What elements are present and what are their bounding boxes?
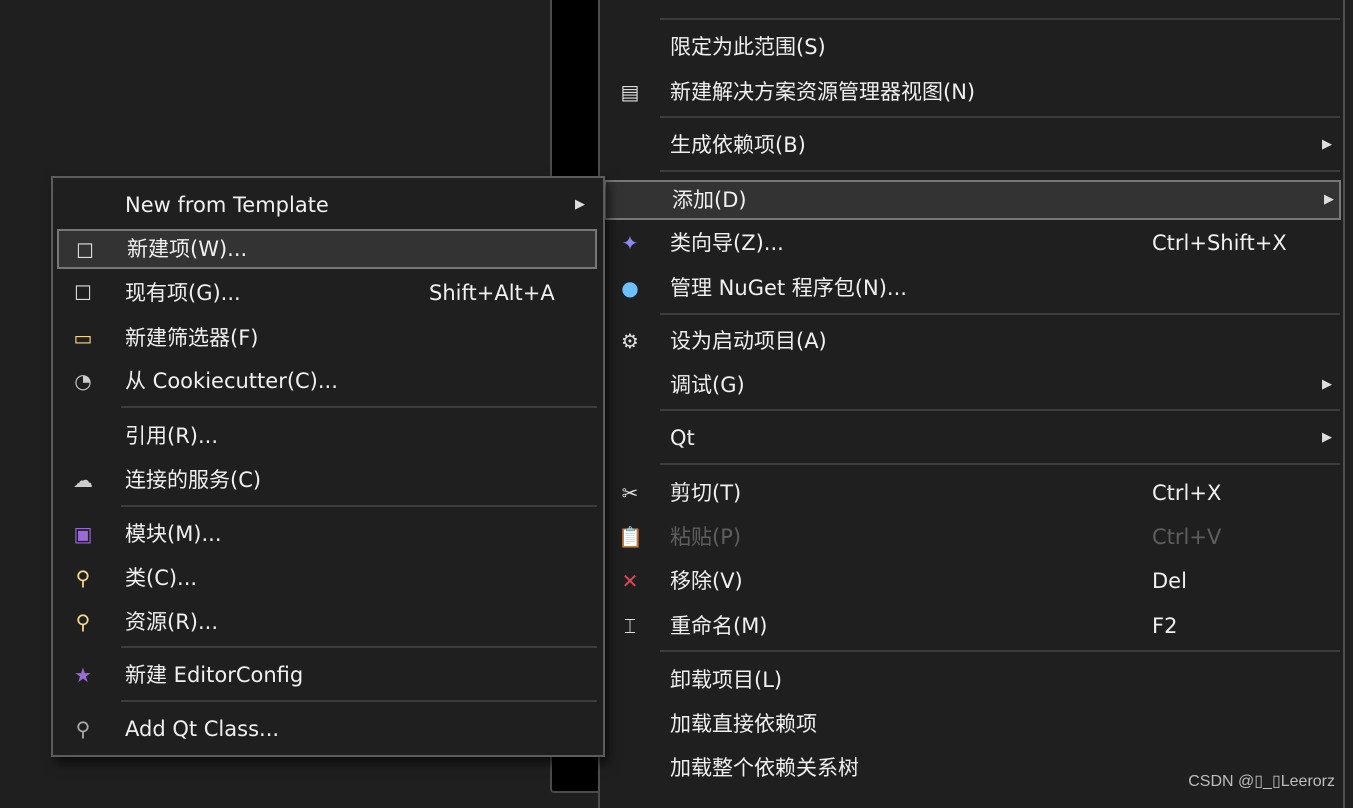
- shortcut-label: F2: [1152, 614, 1178, 638]
- menu-item-label: 资源(R)...: [125, 610, 219, 634]
- menu-item-label: 连接的服务(C): [125, 468, 262, 492]
- shortcut-label: Ctrl+Shift+X: [1152, 231, 1287, 255]
- new-view-icon: ▤: [620, 80, 640, 104]
- menu-item-label: 新建 EditorConfig: [125, 663, 304, 687]
- menu-separator: [121, 700, 597, 702]
- chevron-right-icon: ▶: [575, 197, 585, 212]
- gear-icon: ⚙: [621, 329, 639, 353]
- connected-service-icon: ☁: [73, 468, 93, 492]
- menu-item[interactable]: ⌶ 重命名(M) F2: [604, 606, 1341, 646]
- chevron-right-icon: ▶: [1322, 430, 1332, 445]
- chevron-right-icon: ▶: [1322, 137, 1332, 152]
- menu-item[interactable]: ⚲ 资源(R)...: [57, 602, 597, 642]
- editorconfig-icon: ★: [74, 663, 92, 687]
- menu-item[interactable]: ▤ 新建解决方案资源管理器视图(N): [604, 72, 1341, 112]
- menu-item-label: 现有项(G)...: [125, 281, 241, 305]
- menu-item[interactable]: ◔ 从 Cookiecutter(C)...: [57, 361, 597, 401]
- add-submenu: New from Template ▶ ☐ 新建项(W)... ☐ 现有项(G)... Sh…: [51, 176, 605, 757]
- menu-item[interactable]: ☐ 现有项(G)... Shift+Alt+A: [57, 273, 597, 313]
- shortcut-label: Ctrl+X: [1152, 481, 1222, 505]
- menu-separator: [660, 170, 1340, 172]
- add-class-icon: ⚲: [75, 566, 91, 590]
- menu-separator: [121, 406, 597, 408]
- menu-separator: [660, 650, 1340, 652]
- menu-item[interactable]: 引用(R)...: [57, 416, 597, 456]
- menu-item-label: 调试(G): [670, 373, 745, 397]
- menu-item[interactable]: ▣ 模块(M)...: [57, 514, 597, 554]
- watermark: CSDN @▯_▯Leerorz: [1188, 773, 1335, 790]
- menu-item-label: 移除(V): [670, 569, 743, 593]
- nuget-icon: ●: [621, 276, 639, 300]
- new-filter-icon: ▭: [73, 326, 93, 350]
- menu-separator: [660, 409, 1340, 411]
- menu-item-label: 粘贴(P): [670, 525, 742, 549]
- menu-item[interactable]: 限定为此范围(S): [604, 27, 1341, 67]
- menu-item-label: 重命名(M): [670, 614, 768, 638]
- new-item-icon: ☐: [76, 239, 94, 263]
- menu-item[interactable]: 📋 粘贴(P) Ctrl+V: [604, 517, 1341, 557]
- menu-item-label: 引用(R)...: [125, 424, 219, 448]
- menu-item[interactable]: ✂ 剪切(T) Ctrl+X: [604, 473, 1341, 513]
- menu-separator: [121, 646, 597, 648]
- menu-item-label: Qt: [670, 426, 695, 450]
- menu-item[interactable]: ★ 新建 EditorConfig: [57, 655, 597, 695]
- menu-item[interactable]: ⚙ 设为启动项目(A): [604, 321, 1341, 361]
- chevron-right-icon: ▶: [1322, 377, 1332, 392]
- menu-item[interactable]: ✕ 移除(V) Del: [604, 561, 1341, 601]
- module-icon: ▣: [73, 522, 93, 546]
- menu-item[interactable]: 生成依赖项(B) ▶: [604, 125, 1341, 165]
- menu-item-label: 新建项(W)...: [127, 237, 248, 261]
- menu-item-label: 剪切(T): [670, 481, 742, 505]
- menu-item[interactable]: 加载直接依赖项: [604, 704, 1341, 744]
- menu-item-label: Add Qt Class...: [125, 717, 280, 741]
- menu-item[interactable]: ✦ 类向导(Z)... Ctrl+Shift+X: [604, 223, 1341, 263]
- menu-item-label: 设为启动项目(A): [670, 329, 827, 353]
- menu-item[interactable]: ☁ 连接的服务(C): [57, 460, 597, 500]
- menu-item[interactable]: ⚲ 类(C)...: [57, 558, 597, 598]
- scissors-icon: ✂: [621, 481, 639, 505]
- chevron-right-icon: ▶: [1324, 192, 1334, 207]
- menu-separator: [121, 505, 597, 507]
- menu-item-label: 类向导(Z)...: [670, 231, 784, 255]
- menu-item[interactable]: 调试(G) ▶: [604, 365, 1341, 405]
- existing-item-icon: ☐: [74, 281, 92, 305]
- rename-icon: ⌶: [624, 614, 636, 638]
- shortcut-label: Del: [1152, 569, 1187, 593]
- menu-item-label: 生成依赖项(B): [670, 133, 806, 157]
- menu-item-label: 类(C)...: [125, 566, 198, 590]
- menu-separator: [660, 18, 1340, 20]
- shortcut-label: Shift+Alt+A: [429, 281, 555, 305]
- menu-item-label: 加载直接依赖项: [670, 712, 817, 736]
- add-resource-icon: ⚲: [75, 610, 91, 634]
- menu-item[interactable]: 添加(D) ▶: [604, 180, 1341, 220]
- menu-item[interactable]: Qt ▶: [604, 418, 1341, 458]
- menu-item-label: 限定为此范围(S): [670, 35, 826, 59]
- menu-item-label: 管理 NuGet 程序包(N)...: [670, 276, 907, 300]
- qt-class-icon: ⚲: [75, 717, 91, 741]
- cookiecutter-icon: ◔: [74, 369, 92, 393]
- menu-separator: [660, 463, 1340, 465]
- menu-item-label: 添加(D): [672, 188, 747, 212]
- menu-item-label: 卸载项目(L): [670, 668, 783, 692]
- paste-icon: 📋: [618, 525, 643, 549]
- menu-item[interactable]: ▭ 新建筛选器(F): [57, 318, 597, 358]
- remove-x-icon: ✕: [621, 569, 639, 593]
- menu-item-label: 模块(M)...: [125, 522, 222, 546]
- menu-item-label: New from Template: [125, 193, 329, 217]
- shortcut-label: Ctrl+V: [1152, 525, 1222, 549]
- menu-separator: [660, 116, 1340, 118]
- menu-item[interactable]: ⚲ Add Qt Class...: [57, 709, 597, 749]
- menu-item-label: 从 Cookiecutter(C)...: [125, 369, 338, 393]
- menu-item[interactable]: ☐ 新建项(W)...: [57, 229, 597, 269]
- menu-item[interactable]: 卸载项目(L): [604, 660, 1341, 700]
- menu-item-label: 加载整个依赖关系树: [670, 756, 859, 780]
- context-menu: 限定为此范围(S) ▤ 新建解决方案资源管理器视图(N) 生成依赖项(B) ▶ 添加(D)…: [598, 0, 1345, 808]
- menu-separator: [660, 313, 1340, 315]
- menu-item-label: 新建解决方案资源管理器视图(N): [670, 80, 976, 104]
- menu-item-label: 新建筛选器(F): [125, 326, 259, 350]
- menu-item[interactable]: New from Template ▶: [57, 185, 597, 225]
- class-wizard-icon: ✦: [621, 231, 639, 255]
- menu-item[interactable]: ● 管理 NuGet 程序包(N)...: [604, 268, 1341, 308]
